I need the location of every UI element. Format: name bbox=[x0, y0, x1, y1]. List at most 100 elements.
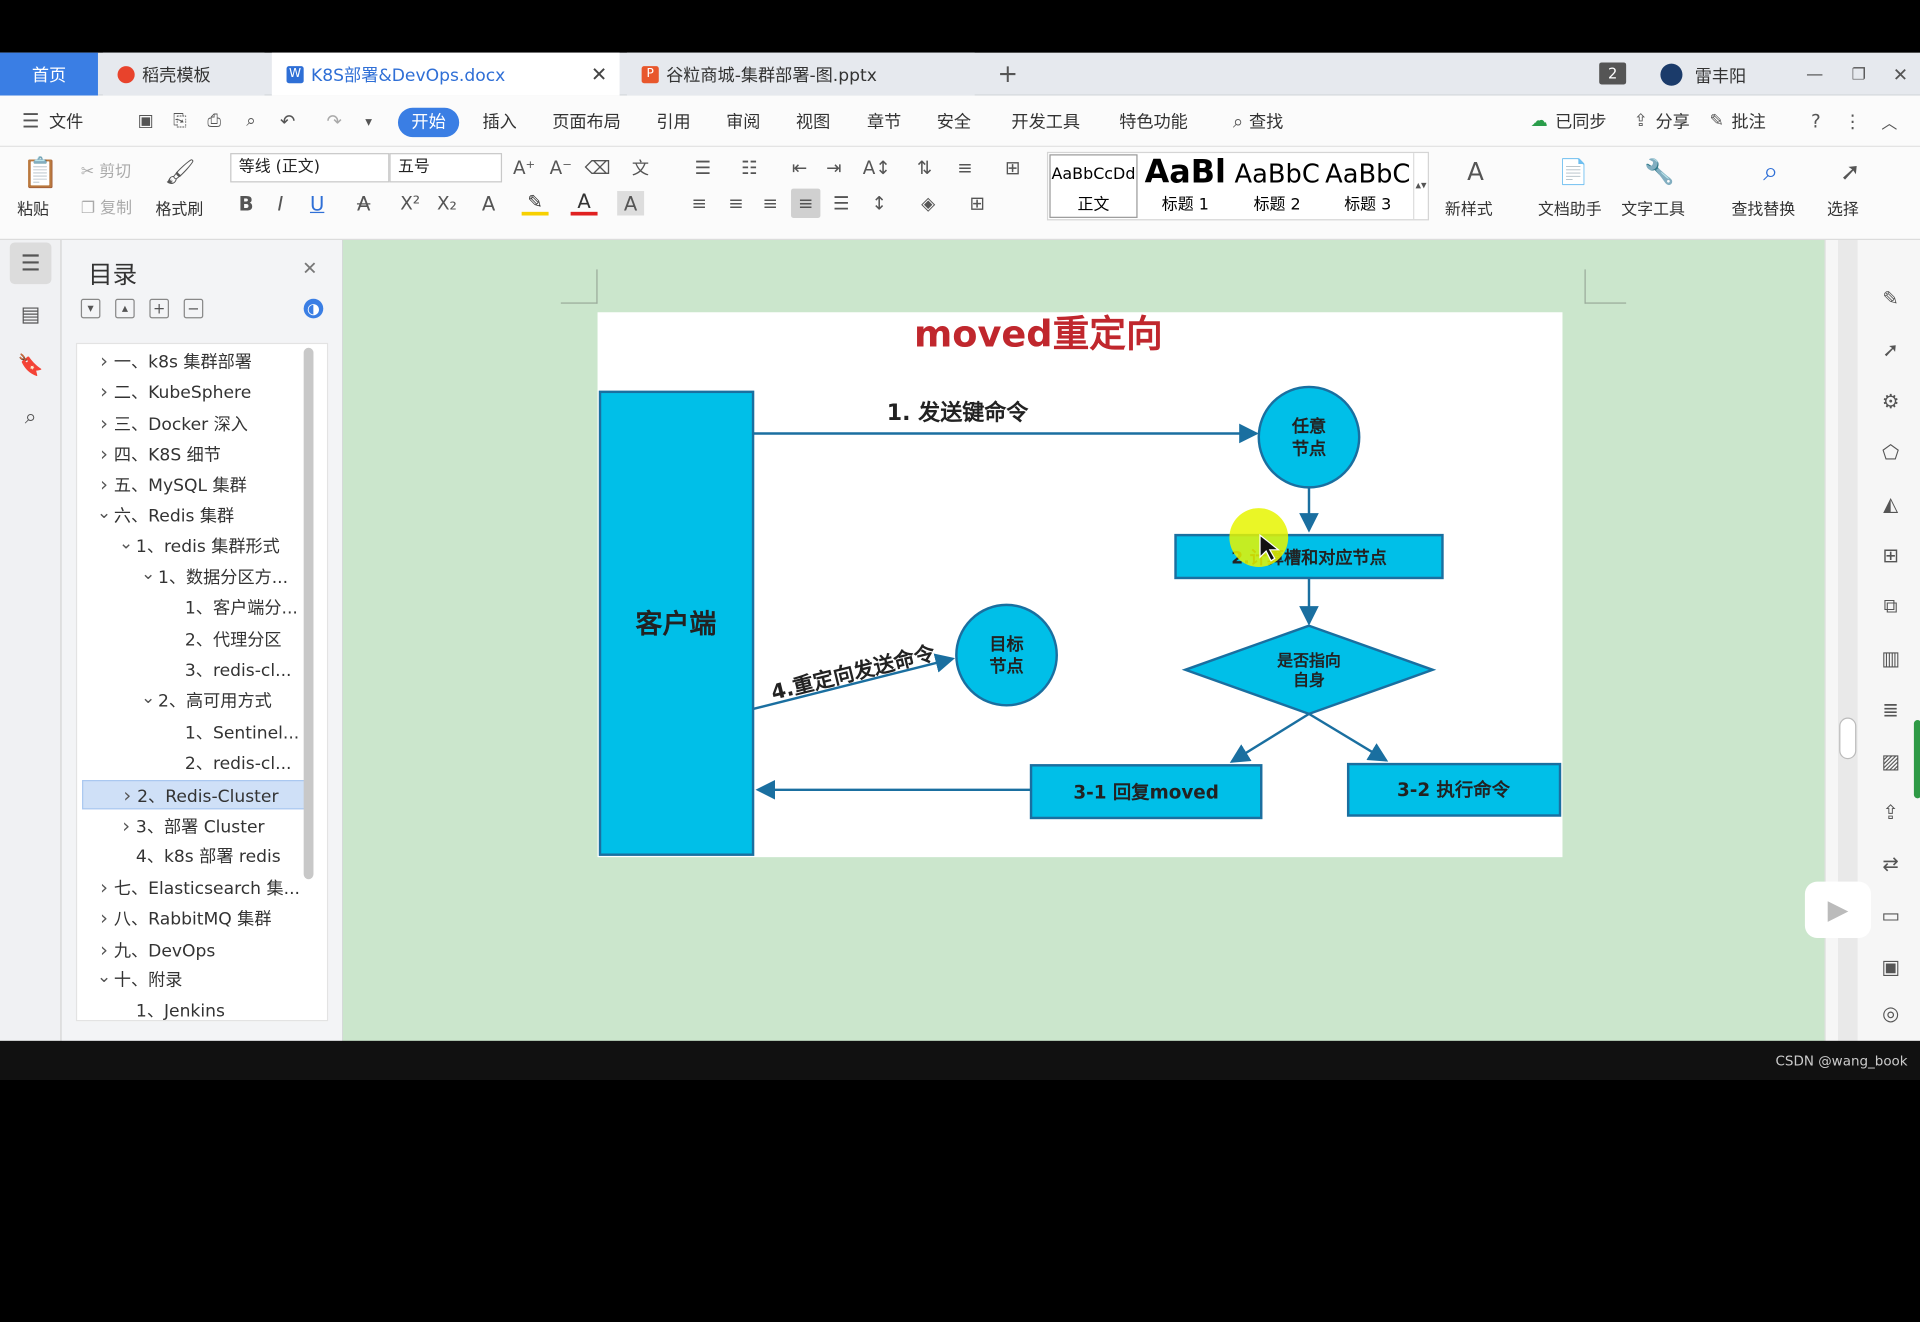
menu-references[interactable]: 引用 bbox=[656, 109, 690, 133]
toc-item[interactable]: 1、Sentinel... bbox=[82, 718, 310, 747]
compass-icon[interactable]: ◎ bbox=[1877, 999, 1904, 1026]
redo-icon[interactable]: ↷ bbox=[323, 110, 345, 132]
font-name-select[interactable]: 等线 (正文) bbox=[230, 153, 390, 183]
smart-toc-icon[interactable]: ◑ bbox=[303, 298, 324, 319]
play-video-icon[interactable]: ▶ bbox=[1804, 881, 1872, 938]
highlight-icon[interactable]: ✎ bbox=[521, 190, 549, 216]
print-icon[interactable]: ⎙ bbox=[203, 110, 225, 132]
borders-icon[interactable]: ⊞ bbox=[962, 191, 991, 215]
line-spacing-icon[interactable]: ≡ bbox=[950, 156, 979, 180]
chevron-right-icon[interactable]: › bbox=[94, 378, 114, 407]
toc-scrollbar[interactable] bbox=[303, 347, 314, 880]
find-replace-label[interactable]: 查找替换 bbox=[1731, 196, 1795, 219]
toc-item[interactable]: › 五、MySQL 集群 bbox=[82, 470, 310, 499]
toc-item[interactable]: ⌄ 1、数据分区方... bbox=[82, 563, 310, 592]
chevron-right-icon[interactable]: › bbox=[94, 873, 114, 902]
menu-features[interactable]: 特色功能 bbox=[1119, 109, 1188, 133]
style-heading-1[interactable]: AaBl 标题 1 bbox=[1141, 154, 1229, 218]
doc-helper-label[interactable]: 文档助手 bbox=[1538, 196, 1602, 219]
undo-icon[interactable]: ↶ bbox=[277, 110, 299, 132]
numbering-icon[interactable]: ☷ bbox=[735, 156, 764, 180]
save-icon[interactable]: ▣ bbox=[135, 110, 157, 132]
toc-item[interactable]: › 一、k8s 集群部署 bbox=[82, 347, 310, 376]
vertical-scrollbar-thumb[interactable] bbox=[1839, 717, 1857, 760]
help-icon[interactable]: ? bbox=[1805, 109, 1827, 133]
tab-home[interactable]: 首页 bbox=[0, 52, 98, 96]
doc-helper-icon[interactable]: 📄 bbox=[1558, 154, 1590, 188]
fill-icon[interactable]: ◭ bbox=[1877, 490, 1904, 517]
chevron-down-icon[interactable]: ⌄ bbox=[94, 501, 114, 527]
menu-review[interactable]: 审阅 bbox=[726, 109, 760, 133]
toc-item[interactable]: ⌄ 六、Redis 集群 bbox=[82, 501, 310, 530]
toc-item[interactable]: ⌄ 1、redis 集群形式 bbox=[82, 532, 310, 561]
menu-home-tab[interactable]: 开始 bbox=[397, 107, 460, 138]
paragraph-spacing-icon[interactable]: ↕ bbox=[864, 191, 893, 215]
style-heading-3[interactable]: AaBbC 标题 3 bbox=[1322, 154, 1413, 218]
remove-heading-icon[interactable]: − bbox=[183, 298, 204, 319]
search-icon[interactable]: ⌕ bbox=[1227, 110, 1249, 132]
toc-item[interactable]: › 八、RabbitMQ 集群 bbox=[82, 904, 310, 933]
select-label[interactable]: 选择 bbox=[1827, 196, 1859, 219]
text-tools-label[interactable]: 文字工具 bbox=[1621, 196, 1685, 219]
superscript-icon[interactable]: X² bbox=[397, 191, 424, 215]
photo-icon[interactable]: ▣ bbox=[1877, 953, 1904, 980]
minimize-icon[interactable]: — bbox=[1802, 62, 1826, 86]
toc-item[interactable]: › 2、Redis-Cluster bbox=[82, 780, 310, 810]
tab-pptx[interactable]: P 谷粒商城-集群部署-图.pptx bbox=[626, 52, 975, 96]
text-effect-icon[interactable]: A bbox=[475, 191, 502, 215]
menu-view[interactable]: 视图 bbox=[796, 109, 830, 133]
close-sidebar-icon[interactable]: ✕ bbox=[299, 257, 321, 279]
user-name[interactable]: 雷丰阳 bbox=[1695, 64, 1746, 88]
shapes-icon[interactable]: ⬠ bbox=[1877, 438, 1904, 465]
chart-icon[interactable]: ▥ bbox=[1877, 644, 1904, 671]
subscript-icon[interactable]: X₂ bbox=[433, 191, 460, 215]
chevron-right-icon[interactable]: › bbox=[94, 347, 114, 376]
chevron-right-icon[interactable]: › bbox=[94, 439, 114, 468]
italic-icon[interactable]: I bbox=[269, 191, 291, 215]
toc-item[interactable]: › 3、部署 Cluster bbox=[82, 811, 310, 840]
phonetic-guide-icon[interactable]: 文 bbox=[624, 156, 656, 180]
underline-icon[interactable]: U bbox=[304, 191, 331, 215]
sort-icon[interactable]: ⇅ bbox=[911, 156, 938, 180]
format-painter-label[interactable]: 格式刷 bbox=[156, 196, 204, 219]
close-tab-icon[interactable]: ✕ bbox=[591, 62, 607, 85]
chevron-right-icon[interactable]: › bbox=[94, 935, 114, 964]
archive-icon[interactable]: ▭ bbox=[1877, 901, 1904, 928]
toc-item[interactable]: › 四、K8S 细节 bbox=[82, 439, 310, 468]
new-style-icon[interactable]: A bbox=[1457, 154, 1494, 188]
font-color-icon[interactable]: A bbox=[570, 190, 598, 216]
gallery-scroll-icon[interactable]: ▴▾ bbox=[1413, 153, 1428, 220]
cut-button[interactable]: ✂ 剪切 bbox=[81, 158, 131, 181]
menu-security[interactable]: 安全 bbox=[937, 109, 971, 133]
chevron-down-icon[interactable]: ⌄ bbox=[94, 966, 114, 992]
apps-icon[interactable]: ⧉ bbox=[1877, 593, 1904, 620]
toc-item[interactable]: 2、代理分区 bbox=[82, 625, 310, 654]
distribute-icon[interactable]: ☰ bbox=[828, 191, 855, 215]
toc-item[interactable]: › 七、Elasticsearch 集... bbox=[82, 873, 310, 902]
char-shading-icon[interactable]: A bbox=[617, 191, 645, 216]
print-preview-icon[interactable]: ⌕ bbox=[240, 110, 262, 132]
menu-file[interactable]: 文件 bbox=[49, 109, 83, 133]
expand-all-icon[interactable]: ▾ bbox=[80, 298, 101, 319]
settings-icon[interactable]: ⚙ bbox=[1877, 387, 1904, 414]
toc-item[interactable]: ⌄ 2、高可用方式 bbox=[82, 687, 310, 716]
pointer-icon[interactable]: ➚ bbox=[1877, 336, 1904, 363]
decrease-indent-icon[interactable]: ⇤ bbox=[786, 156, 813, 180]
customize-chevron-icon[interactable]: ▾ bbox=[360, 110, 377, 132]
chevron-down-icon[interactable]: ⌄ bbox=[116, 532, 136, 558]
outline-panel-icon[interactable]: ▤ bbox=[10, 294, 52, 336]
menu-chapter[interactable]: 章节 bbox=[867, 109, 901, 133]
new-style-label[interactable]: 新样式 bbox=[1445, 196, 1493, 219]
menu-search[interactable]: 查找 bbox=[1249, 109, 1283, 133]
align-right-icon[interactable]: ≡ bbox=[757, 191, 784, 215]
toc-item[interactable]: 1、客户端分... bbox=[82, 594, 310, 623]
collapse-ribbon-icon[interactable]: ︿ bbox=[1878, 109, 1900, 133]
toc-panel-icon[interactable]: ☰ bbox=[9, 242, 52, 285]
export-icon[interactable]: ⎘ bbox=[169, 110, 191, 132]
format-painter-icon[interactable]: 🖌 bbox=[164, 154, 196, 188]
increase-indent-icon[interactable]: ⇥ bbox=[820, 156, 847, 180]
close-window-icon[interactable]: ✕ bbox=[1888, 62, 1912, 86]
chevron-down-icon[interactable]: ⌄ bbox=[138, 687, 158, 713]
find-panel-icon[interactable]: ⌕ bbox=[10, 397, 52, 439]
table-icon[interactable]: ⊞ bbox=[1877, 541, 1904, 568]
